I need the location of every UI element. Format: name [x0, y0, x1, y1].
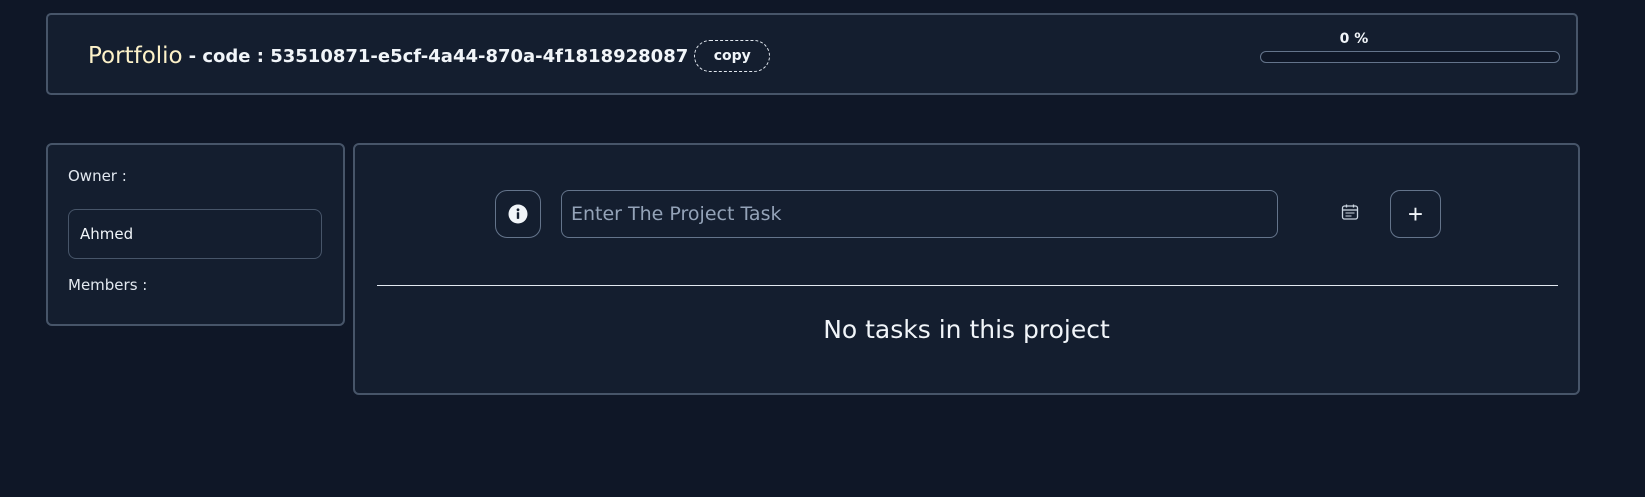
owner-label: Owner : — [68, 167, 127, 185]
project-code: - code : 53510871-e5cf-4a44-870a-4f18189… — [188, 45, 689, 67]
project-title-row: Portfolio - code : 53510871-e5cf-4a44-87… — [88, 40, 771, 72]
task-input[interactable] — [561, 190, 1278, 238]
members-label: Members : — [68, 276, 148, 294]
add-task-button[interactable]: + — [1390, 190, 1441, 238]
divider — [377, 285, 1558, 286]
project-header: Portfolio - code : 53510871-e5cf-4a44-87… — [46, 13, 1578, 95]
owner-name: Ahmed — [80, 225, 134, 243]
info-icon — [508, 204, 528, 224]
copy-code-button[interactable]: copy — [694, 40, 771, 72]
progress-label: 0 % — [1339, 31, 1369, 47]
tasks-panel: + No tasks in this project — [353, 143, 1580, 395]
owner-field: Ahmed — [68, 209, 322, 259]
due-date-button[interactable] — [1338, 200, 1362, 224]
project-sidebar: Owner : Ahmed Members : — [46, 143, 345, 326]
progress-bar — [1260, 51, 1560, 63]
project-title: Portfolio — [88, 43, 183, 69]
empty-tasks-message: No tasks in this project — [823, 315, 1110, 344]
calendar-icon — [1341, 204, 1359, 220]
info-button[interactable] — [495, 190, 541, 238]
